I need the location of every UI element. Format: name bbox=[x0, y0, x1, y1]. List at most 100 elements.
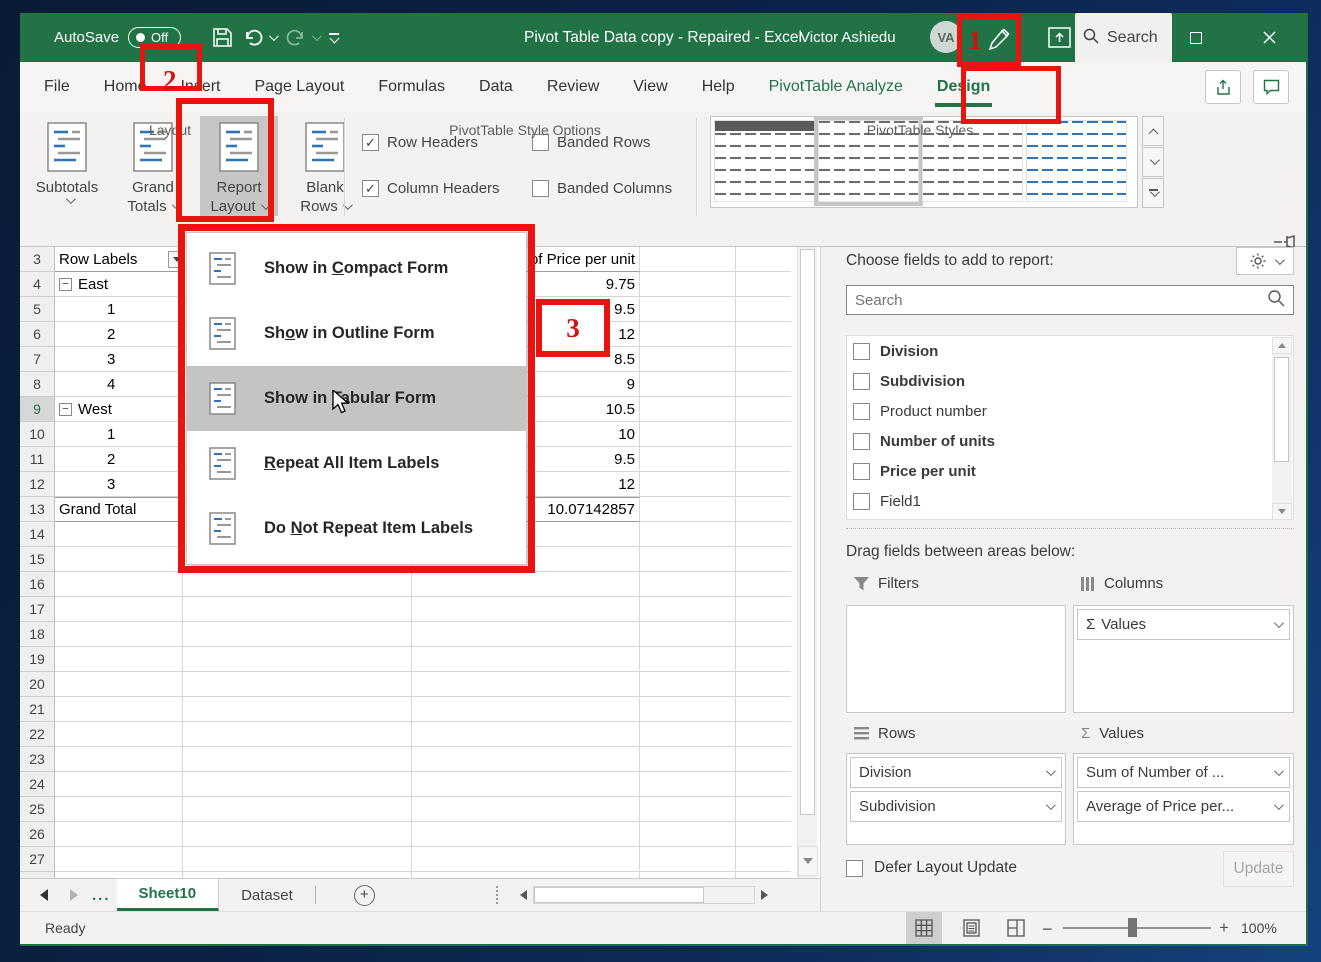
zoom-level[interactable]: 100% bbox=[1241, 920, 1277, 936]
field-item[interactable]: Subdivision bbox=[847, 366, 1293, 396]
cell-e[interactable] bbox=[736, 272, 791, 297]
cell-d[interactable] bbox=[640, 647, 736, 672]
page-layout-view-icon[interactable] bbox=[953, 912, 989, 944]
cell-value[interactable] bbox=[412, 822, 640, 847]
cell-value[interactable] bbox=[412, 672, 640, 697]
cell-row-label[interactable]: 2 bbox=[55, 447, 183, 472]
cell-d[interactable] bbox=[640, 697, 736, 722]
row-number[interactable]: 3 bbox=[20, 247, 55, 272]
checkbox-icon[interactable] bbox=[853, 373, 870, 390]
cell-row-label[interactable]: 3 bbox=[55, 472, 183, 497]
cell-row-label[interactable] bbox=[55, 597, 183, 622]
undo-button[interactable] bbox=[243, 28, 276, 47]
row-number[interactable]: 15 bbox=[20, 547, 55, 572]
cell-row-label[interactable] bbox=[55, 622, 183, 647]
columns-area[interactable]: Σ Values bbox=[1073, 605, 1294, 713]
row-number[interactable]: 23 bbox=[20, 747, 55, 772]
chevron-down-icon[interactable] bbox=[1274, 800, 1284, 810]
cell-d[interactable] bbox=[640, 272, 736, 297]
checkbox-icon[interactable] bbox=[846, 860, 863, 877]
cell-row-label[interactable] bbox=[55, 572, 183, 597]
cell-d[interactable] bbox=[640, 472, 736, 497]
ribbon-tab[interactable]: View bbox=[631, 74, 669, 100]
row-number[interactable]: 20 bbox=[20, 672, 55, 697]
save-icon[interactable] bbox=[212, 27, 233, 48]
field-item[interactable]: Price per unit bbox=[847, 456, 1293, 486]
cell-d[interactable] bbox=[640, 422, 736, 447]
cell-value[interactable] bbox=[412, 847, 640, 872]
cell-row-label[interactable] bbox=[55, 672, 183, 697]
field-item[interactable]: Division bbox=[847, 336, 1293, 366]
ribbon-tab[interactable]: Formulas bbox=[376, 74, 447, 100]
cell-row-label[interactable] bbox=[55, 647, 183, 672]
fields-scrollbar[interactable] bbox=[1272, 337, 1292, 520]
cell-b[interactable] bbox=[183, 797, 412, 822]
checkbox-icon[interactable] bbox=[853, 433, 870, 450]
cell-b[interactable] bbox=[183, 647, 412, 672]
vertical-scrollbar-thumb[interactable] bbox=[800, 249, 815, 815]
row-number[interactable]: 21 bbox=[20, 697, 55, 722]
scroll-down-icon[interactable] bbox=[1272, 503, 1292, 520]
cell-row-label[interactable] bbox=[55, 697, 183, 722]
cell-e[interactable] bbox=[736, 647, 791, 672]
scroll-down-icon[interactable] bbox=[798, 846, 818, 876]
checkbox-icon[interactable] bbox=[853, 463, 870, 480]
cell-row-label[interactable]: East bbox=[55, 272, 183, 297]
cell-e[interactable] bbox=[736, 297, 791, 322]
ribbon-tab[interactable]: PivotTable Analyze bbox=[767, 74, 905, 100]
close-button[interactable] bbox=[1248, 13, 1290, 62]
cell-value[interactable] bbox=[412, 572, 640, 597]
cell-e[interactable] bbox=[736, 697, 791, 722]
cell-b[interactable] bbox=[183, 672, 412, 697]
horizontal-scrollbar[interactable] bbox=[533, 886, 755, 904]
cell-row-label[interactable]: 2 bbox=[55, 322, 183, 347]
row-number[interactable]: 9 bbox=[20, 397, 55, 422]
vertical-scrollbar[interactable] bbox=[797, 247, 817, 878]
collapse-icon[interactable] bbox=[59, 278, 72, 291]
scroll-up-icon[interactable] bbox=[1272, 337, 1292, 354]
checkbox-icon[interactable] bbox=[853, 403, 870, 420]
chevron-down-icon[interactable] bbox=[1274, 618, 1284, 628]
cell-d[interactable] bbox=[640, 372, 736, 397]
ribbon-tab[interactable]: Review bbox=[545, 74, 601, 100]
zoom-slider[interactable] bbox=[1063, 927, 1211, 929]
cell-e[interactable] bbox=[736, 772, 791, 797]
cell-e[interactable] bbox=[736, 497, 791, 522]
cell-e[interactable] bbox=[736, 597, 791, 622]
cell-value[interactable] bbox=[412, 647, 640, 672]
cell-row-label[interactable] bbox=[55, 772, 183, 797]
row-number[interactable]: 14 bbox=[20, 522, 55, 547]
field-pill[interactable]: Σ Values bbox=[1077, 609, 1290, 640]
row-number[interactable]: 25 bbox=[20, 797, 55, 822]
cell-b[interactable] bbox=[183, 747, 412, 772]
new-sheet-button[interactable] bbox=[354, 885, 375, 906]
cell-d[interactable] bbox=[640, 597, 736, 622]
row-number[interactable]: 4 bbox=[20, 272, 55, 297]
cell-e[interactable] bbox=[736, 472, 791, 497]
chevron-down-icon[interactable] bbox=[1046, 800, 1056, 810]
cell-d[interactable] bbox=[640, 447, 736, 472]
row-number[interactable]: 10 bbox=[20, 422, 55, 447]
cell-d[interactable] bbox=[640, 522, 736, 547]
cell-d[interactable] bbox=[640, 747, 736, 772]
row-number[interactable]: 7 bbox=[20, 347, 55, 372]
hscroll-right-icon[interactable] bbox=[761, 890, 768, 900]
cell-e[interactable] bbox=[736, 347, 791, 372]
cell-e[interactable] bbox=[736, 522, 791, 547]
comments-button[interactable] bbox=[1253, 70, 1289, 104]
checkbox-icon[interactable] bbox=[853, 493, 870, 510]
maximize-button[interactable] bbox=[1175, 13, 1217, 62]
ribbon-tab[interactable]: Help bbox=[700, 74, 737, 100]
cell-d[interactable] bbox=[640, 347, 736, 372]
cell-value[interactable] bbox=[412, 797, 640, 822]
row-number[interactable]: 17 bbox=[20, 597, 55, 622]
field-pill[interactable]: Division bbox=[850, 757, 1062, 788]
ribbon-display-options-icon[interactable] bbox=[1048, 13, 1071, 62]
cell-b[interactable] bbox=[183, 597, 412, 622]
cell-value[interactable] bbox=[412, 772, 640, 797]
cell-d[interactable] bbox=[640, 722, 736, 747]
tab-strip-grip[interactable] bbox=[496, 886, 498, 904]
prev-sheet-icon[interactable] bbox=[40, 889, 48, 901]
cell-e[interactable] bbox=[736, 672, 791, 697]
cell-row-label[interactable]: West bbox=[55, 397, 183, 422]
